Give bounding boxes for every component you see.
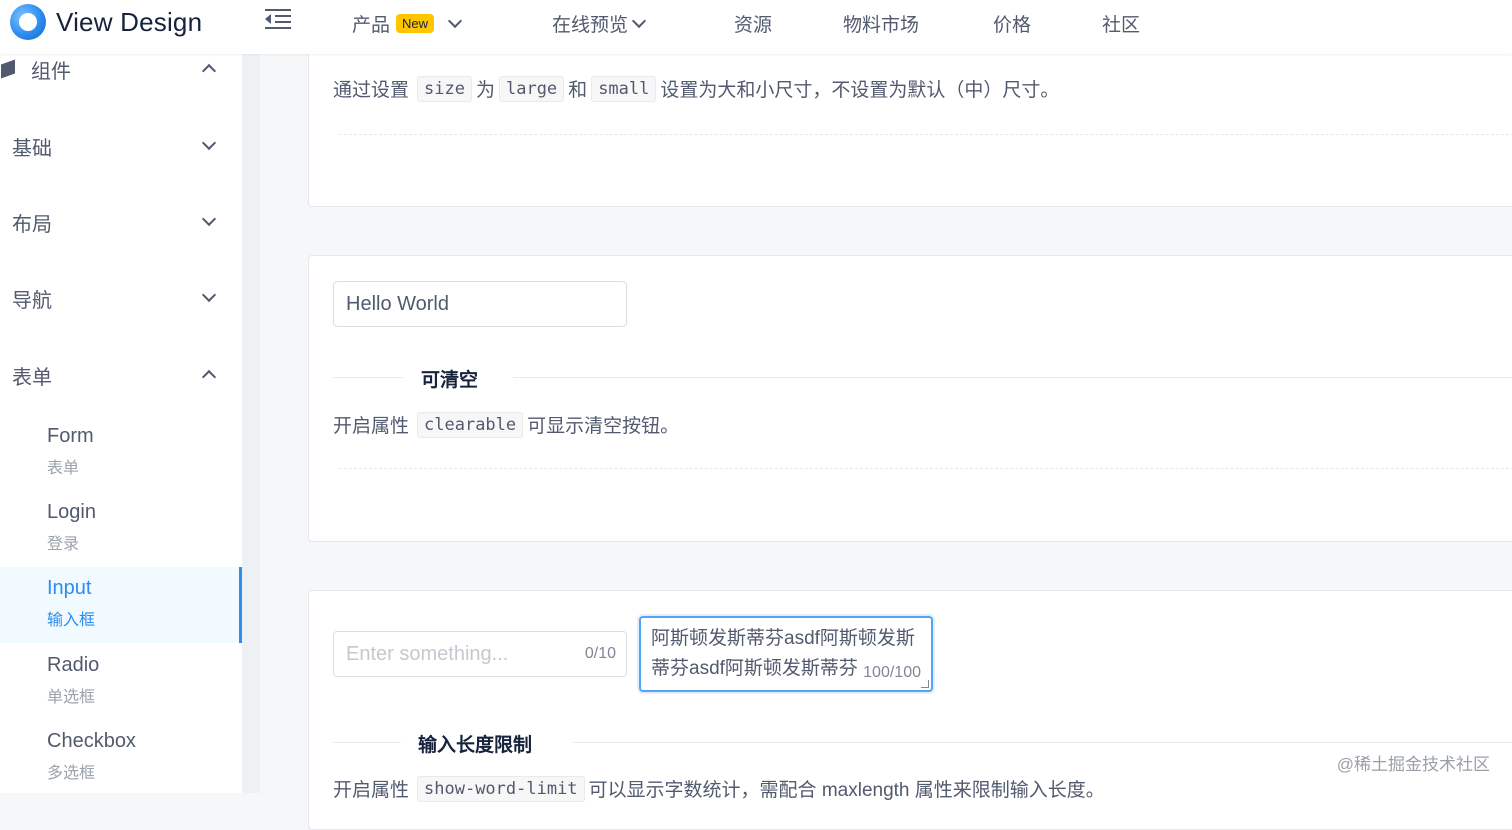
code-show-word-limit: show-word-limit [417,775,585,802]
sidebar-group-form[interactable]: 表单 [12,360,222,390]
sidebar-item-title: Input [47,577,92,599]
input-placeholder: Enter something... [346,642,509,665]
menu-collapse-icon[interactable] [265,8,291,30]
sidebar-item-subtitle: 表单 [47,460,80,477]
nav-community-label: 社区 [1102,15,1141,36]
hello-world-input[interactable]: Hello World [333,281,627,327]
nav-pricing-label: 价格 [993,15,1032,36]
new-badge: New [396,14,435,33]
sidebar-group-layout[interactable]: 布局 [12,207,222,237]
sidebar-group-components[interactable]: 组件 [1,54,222,84]
desc-text: 开启属性 [333,780,410,801]
nav-products-label: 产品 [352,15,391,36]
sidebar-group-label: 组件 [31,60,71,83]
word-limit-description: 开启属性 show-word-limit 可以显示字数统计，需配合 maxlen… [333,775,1105,802]
nav-resources-label: 资源 [734,15,773,36]
section-title-text: 可清空 [421,370,479,391]
desc-text: 为 [475,80,495,101]
nav-item-products[interactable]: 产品 New [352,10,463,37]
clearable-description: 开启属性 clearable 可显示清空按钮。 [333,411,679,438]
sidebar-group-label: 表单 [12,366,52,389]
sidebar-group-label: 基础 [12,137,52,160]
section-title-text: 输入长度限制 [418,735,533,756]
sidebar-item-radio[interactable]: Radio 单选框 [0,644,242,720]
nav-market-label: 物料市场 [843,15,920,36]
nav-item-resources[interactable]: 资源 [734,10,772,37]
sidebar-item-form[interactable]: Form 表单 [0,415,242,491]
size-description: 通过设置 size 为 large 和 small 设置为大和小尺寸，不设置为默… [333,75,1059,102]
logo[interactable]: View Design [10,4,202,40]
sidebar-group-basic[interactable]: 基础 [12,131,222,161]
limited-input[interactable]: Enter something... 0/10 [333,631,627,677]
top-navigation-bar: View Design 产品 New 在线预览 资源 物料市场 价格 社区 [0,0,1512,54]
nav-item-market[interactable]: 物料市场 [843,10,919,37]
sidebar-item-login[interactable]: Login 登录 [0,491,242,567]
resize-handle-icon[interactable] [921,680,929,688]
sidebar-item-input[interactable]: Input 输入框 [0,567,242,643]
sidebar-item-checkbox[interactable]: Checkbox 多选框 [0,720,242,796]
chevron-down-icon [631,13,647,28]
code-clearable: clearable [417,411,524,438]
chevron-down-icon [201,211,217,227]
sidebar-item-title: Radio [47,654,100,676]
sidebar-item-subtitle: 登录 [47,536,80,553]
desc-text: 可以显示字数统计，需配合 maxlength 属性来限制输入长度。 [588,780,1105,801]
desc-text: 通过设置 [333,80,410,101]
sidebar-item-title: Form [47,425,94,447]
limited-textarea[interactable]: 阿斯顿发斯蒂芬asdf阿斯顿发斯蒂芬asdf阿斯顿发斯蒂芬 100/100 [639,616,933,692]
demo-card-clearable: Hello World 可清空 开启属性 clearable 可显示清空按钮。 [308,255,1512,542]
code-large: large [498,75,565,102]
sidebar-item-title: Login [47,501,96,523]
code-small: small [591,75,657,102]
sidebar-group-navigation[interactable]: 导航 [12,283,222,313]
code-size: size [417,75,472,102]
cube-icon [1,59,15,79]
nav-item-pricing[interactable]: 价格 [993,10,1031,37]
desc-text: 开启属性 [333,416,410,437]
chevron-down-icon [201,135,217,151]
sidebar-item-subtitle: 输入框 [47,612,96,629]
desc-text: 设置为大和小尺寸，不设置为默认（中）尺寸。 [660,80,1060,101]
section-title-clearable: 可清空 [333,365,1512,391]
input-value: Hello World [346,292,449,315]
nav-item-online-preview[interactable]: 在线预览 [552,10,647,37]
textarea-counter: 100/100 [863,658,921,688]
sidebar-group-label: 导航 [12,289,52,312]
nav-item-community[interactable]: 社区 [1102,10,1140,37]
chevron-up-icon [201,369,217,385]
desc-text: 和 [568,80,588,101]
chevron-down-icon [201,287,217,303]
nav-preview-label: 在线预览 [552,15,629,36]
word-counter: 0/10 [584,645,616,662]
chevron-up-icon [201,63,217,79]
sidebar-item-subtitle: 多选框 [47,765,96,782]
sidebar-divider [242,54,260,793]
card-dashed-divider [339,468,1512,469]
sidebar-item-subtitle: 单选框 [47,689,96,706]
sidebar-group-label: 布局 [12,213,52,236]
demo-card-word-limit: Enter something... 0/10 阿斯顿发斯蒂芬asdf阿斯顿发斯… [308,590,1512,830]
view-design-logo-icon [10,4,46,40]
logo-text: View Design [56,6,203,37]
chevron-down-icon [447,13,463,28]
sidebar: 组件 基础 布局 导航 表单 Form 表单 Login 登录 Input 输入… [0,54,242,793]
sidebar-item-title: Checkbox [47,730,136,752]
section-title-word-limit: 输入长度限制 [333,730,1512,756]
desc-text: 可显示清空按钮。 [527,416,680,437]
card-dashed-divider [339,134,1512,135]
watermark: @稀土掘金技术社区 [1336,755,1490,774]
